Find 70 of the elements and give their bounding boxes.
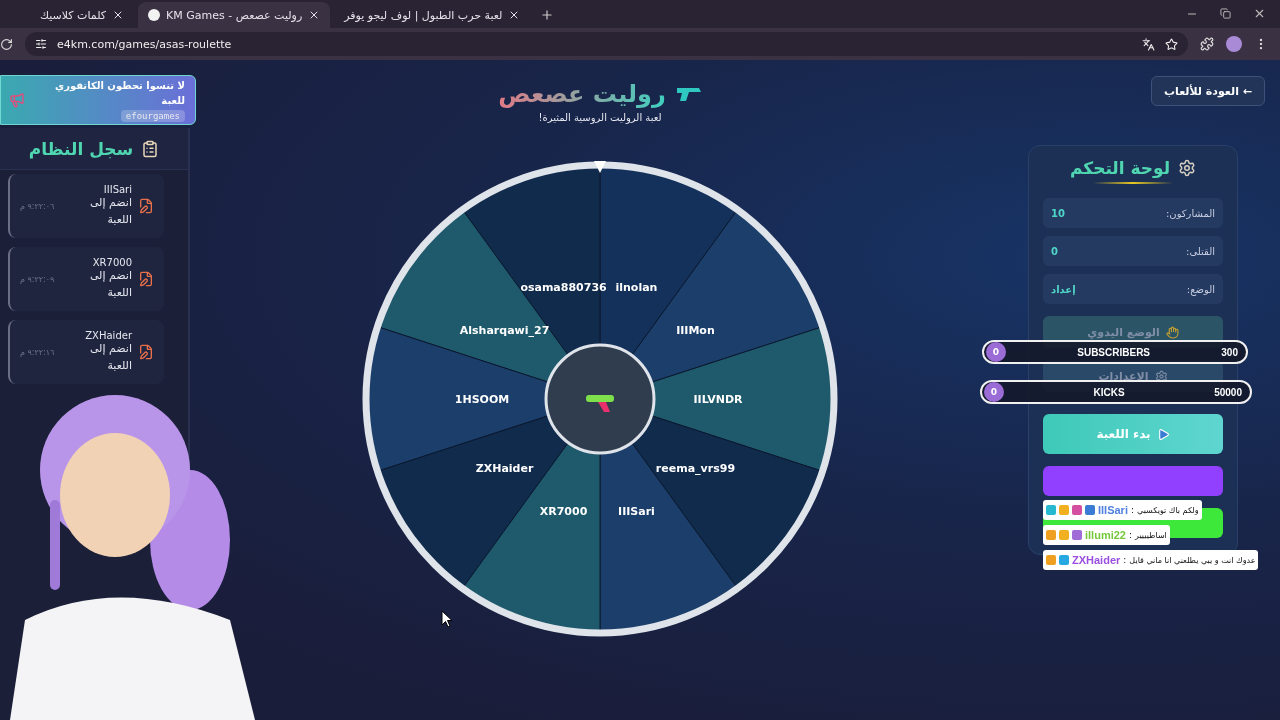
player-name: reema_vrs99 — [655, 462, 736, 476]
entry-action: انضم إلى اللعبة — [88, 195, 132, 228]
player-name: ilnolan — [615, 280, 658, 294]
chat-username: illumi22 — [1085, 529, 1126, 541]
notice-text: لا تنسوا تحطون الكاتقوري للعبة — [54, 79, 185, 108]
back-button[interactable]: ← العودة للألعاب — [1150, 76, 1265, 106]
entry-time: ٩:٢٢:٠٩ م — [20, 274, 55, 284]
chat-text: ولكم باك تويكسبي — [1137, 505, 1199, 515]
megaphone-icon — [9, 92, 25, 108]
note-icon — [138, 198, 154, 214]
stat-label: الوضع: — [1186, 283, 1215, 295]
address-bar[interactable]: e4km.com/games/asas-roulette — [25, 32, 1188, 56]
browser-tab[interactable]: روليت عصعص - KM Games — [138, 2, 331, 28]
close-icon[interactable] — [1253, 7, 1266, 20]
player-name: osama880736 — [520, 280, 607, 294]
entry-time: ٩:٢٢:١٦ م — [20, 347, 55, 357]
bookmark-star-icon[interactable] — [1165, 37, 1178, 51]
entry-user: IIISari — [102, 184, 132, 195]
player-name: IIISari — [618, 505, 655, 519]
browser-tab[interactable]: لعبة حرب الطبول | لوف ليجو يوفر — [334, 2, 531, 28]
chat-username: IIISari — [1098, 504, 1128, 516]
stat-value: 0 — [1051, 245, 1058, 257]
player-name: Alsharqawi_27 — [459, 323, 550, 337]
chat-text: عدوك انت و يبي يطلعني انا ماني قايل — [1129, 555, 1256, 565]
entry-time: ٩:٢٢:٠٦ م — [20, 201, 55, 211]
player-name: IILVNDR — [693, 393, 743, 406]
goal-current: 0 — [984, 382, 1004, 402]
browser-tab[interactable]: كلمات كلاسيك — [30, 2, 135, 28]
log-title: سجل النظام — [28, 138, 134, 159]
player-name: IIIMon — [676, 323, 715, 337]
player-name: XR7000 — [539, 505, 588, 519]
category-code: efourgames — [120, 110, 185, 122]
stat-value: إعداد — [1051, 283, 1076, 295]
chat-separator: : — [1130, 505, 1134, 515]
chat-username: ZXHaider — [1072, 554, 1121, 566]
goal-target: 300 — [1221, 346, 1238, 358]
new-tab-icon[interactable] — [540, 8, 555, 22]
panel-title: لوحة التحكم — [1069, 158, 1171, 178]
settings-icon — [1178, 159, 1197, 177]
clipboard-icon — [141, 139, 160, 158]
extensions-icon[interactable] — [1200, 37, 1214, 51]
chat-separator: : — [1128, 530, 1132, 540]
hand-icon — [1165, 325, 1179, 339]
note-icon — [138, 344, 154, 360]
entry-user: ZXHaider — [84, 330, 132, 341]
chat-text: اساطيييير — [1135, 530, 1167, 540]
settings-icon — [1154, 369, 1168, 383]
player-name: 1HSOOM — [454, 393, 510, 406]
chat-separator: : — [1123, 555, 1127, 565]
player-name: ZXHaider — [475, 462, 534, 476]
stat-label: القتلى: — [1186, 245, 1215, 257]
entry-action: انضم إلى اللعبة — [88, 268, 132, 301]
play-icon — [1156, 427, 1170, 441]
stat-label: المشاركون: — [1165, 207, 1215, 219]
profile-avatar[interactable] — [1226, 36, 1242, 52]
site-icon — [148, 9, 161, 21]
game-subtitle: لعبة الروليت الروسية المثيرة! — [538, 112, 662, 123]
note-icon — [138, 271, 154, 287]
wheel-pointer — [594, 161, 606, 173]
goal-current: 0 — [986, 342, 1006, 362]
goal-label: SUBSCRIBERS — [1077, 346, 1151, 358]
reload-icon[interactable] — [0, 37, 13, 51]
stat-value: 10 — [1051, 207, 1065, 219]
entry-user: XR7000 — [91, 257, 132, 268]
entry-action: انضم إلى اللعبة — [88, 341, 132, 374]
gun-icon — [675, 85, 702, 103]
restore-icon[interactable] — [1220, 8, 1231, 19]
mouse-cursor-icon — [441, 610, 453, 628]
site-settings-icon[interactable] — [35, 38, 47, 50]
translate-icon[interactable] — [1142, 37, 1155, 51]
